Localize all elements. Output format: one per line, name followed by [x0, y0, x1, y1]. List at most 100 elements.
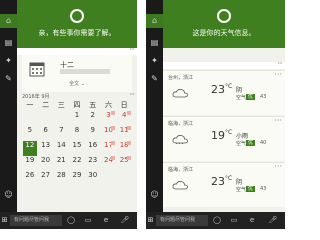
- calendar-day-cell[interactable]: 4: [117, 111, 132, 126]
- microphone-icon[interactable]: 🎤︎: [120, 215, 130, 226]
- day-number: 14: [56, 141, 66, 149]
- calendar-day-cell[interactable]: 28: [54, 171, 68, 186]
- more-options-icon[interactable]: ···: [277, 59, 283, 68]
- edge-icon[interactable]: e: [101, 215, 111, 226]
- notebook-icon[interactable]: ▤: [150, 38, 159, 47]
- lightbulb-icon[interactable]: ✦: [150, 56, 159, 65]
- windows-icon[interactable]: ⊞: [146, 215, 155, 226]
- weather-card[interactable]: ··· 临海，浙江 23°C 阴空气优 43: [163, 162, 285, 207]
- cortana-circle-icon[interactable]: ◯: [212, 215, 222, 226]
- feedback-icon[interactable]: ☺: [4, 190, 13, 199]
- calendar-icon: [29, 62, 45, 77]
- calendar-day-cell[interactable]: 18: [117, 141, 132, 156]
- calendar-day-cell[interactable]: 16: [86, 141, 100, 156]
- windows-icon[interactable]: ⊞: [0, 215, 9, 226]
- more-options-icon[interactable]: ···: [129, 45, 135, 54]
- more-options-icon[interactable]: ···: [274, 70, 282, 79]
- calendar-week-row: 26 27 28 29 30: [22, 171, 132, 186]
- calendar-day-cell[interactable]: 21: [54, 156, 68, 171]
- cortana-circle-icon[interactable]: ◯: [66, 215, 76, 226]
- date-card[interactable]: 十二 全文 ⌄: [22, 55, 132, 92]
- calendar-day-cell[interactable]: 6: [39, 126, 53, 141]
- air-quality-badge: 优: [246, 140, 256, 146]
- day-number: 7: [59, 126, 64, 134]
- more-options-icon[interactable]: ···: [274, 162, 282, 171]
- calendar-day-cell[interactable]: 24: [102, 156, 116, 171]
- calendar-day-cell[interactable]: 19: [23, 156, 37, 171]
- taskbar: ⊞ 有问题尽管问我 ◯ ▭ e 🎤︎: [0, 212, 137, 229]
- home-icon[interactable]: ⌂: [146, 14, 163, 28]
- air-quality-value: 43: [260, 94, 267, 100]
- calendar-day-cell[interactable]: 17: [102, 141, 116, 156]
- air-quality-value: 43: [260, 186, 267, 192]
- calendar-day-cell[interactable]: 9: [86, 126, 100, 141]
- task-view-icon[interactable]: ▭: [83, 215, 93, 226]
- edge-icon[interactable]: e: [247, 215, 257, 226]
- cortana-header: 这是你的天气信息。: [163, 0, 285, 48]
- day-number: 16: [88, 141, 98, 149]
- day-number: 3: [106, 111, 111, 119]
- calendar-day-cell: [23, 111, 37, 126]
- search-box[interactable]: 有问题尽管问我: [156, 215, 208, 226]
- day-number: 28: [56, 171, 66, 179]
- notebook-icon[interactable]: ▤: [4, 38, 13, 47]
- calendar-day-cell: [39, 111, 53, 126]
- calendar-day-cell[interactable]: 15: [70, 141, 84, 156]
- search-box[interactable]: 有问题尽管问我: [10, 215, 62, 226]
- taskbar: ⊞ 有问题尽管问我 ◯ ▭ e 🎤︎: [146, 212, 285, 229]
- weekday-label: 三: [57, 101, 65, 109]
- calendar-week-row: 12 13 14 15 16 17 18: [22, 141, 132, 156]
- cortana-content: 亲，有些事你需要了解。 ··· 十二 全文 ⌄ 2016年 9月 ··· 一二三…: [17, 0, 137, 212]
- calendar-day-cell[interactable]: 14: [54, 141, 68, 156]
- calendar-day-cell[interactable]: 12: [23, 141, 37, 156]
- cortana-logo-icon: [217, 9, 231, 23]
- day-number: 29: [72, 171, 82, 179]
- day-number: 21: [56, 156, 66, 164]
- calendar-day-cell[interactable]: 13: [39, 141, 53, 156]
- microphone-icon[interactable]: 🎤︎: [268, 215, 278, 226]
- calendar-day-cell[interactable]: 23: [86, 156, 100, 171]
- calendar-day-cell[interactable]: 11: [117, 126, 132, 141]
- calendar-day-cell[interactable]: 10: [102, 126, 116, 141]
- day-number: 20: [41, 156, 51, 164]
- city-name: 台州，浙江: [168, 75, 194, 81]
- calendar-day-cell[interactable]: 20: [39, 156, 53, 171]
- calendar-day-cell[interactable]: 7: [54, 126, 68, 141]
- cloud-icon: [172, 89, 188, 98]
- temperature-value: 23: [211, 83, 225, 96]
- calendar-day-cell[interactable]: 27: [39, 171, 53, 186]
- weekday-label: 二: [42, 101, 50, 109]
- reminder-icon[interactable]: ✎: [4, 74, 13, 83]
- home-icon[interactable]: ⌂: [0, 14, 17, 28]
- temperature: 23°C: [211, 83, 232, 96]
- calendar-day-cell[interactable]: 22: [70, 156, 84, 171]
- calendar-day-cell: [54, 111, 68, 126]
- holiday-tag: [127, 126, 132, 130]
- weather-card[interactable]: ··· 台州，浙江 23°C 阴空气优 43: [163, 70, 285, 115]
- weather-card[interactable]: ··· 临海，浙江 19°C 小雨 空气优 40: [163, 116, 285, 161]
- more-options-icon[interactable]: ···: [274, 116, 282, 125]
- calendar-day-cell[interactable]: 26: [23, 171, 37, 186]
- calendar-day-cell: [117, 171, 131, 186]
- holiday-tag: [111, 141, 116, 145]
- calendar-day-cell[interactable]: 3: [102, 111, 116, 126]
- day-number: 4: [121, 111, 127, 119]
- reminder-icon[interactable]: ✎: [150, 74, 159, 83]
- more-options-icon[interactable]: ···: [129, 90, 135, 99]
- holiday-tag: [127, 111, 132, 115]
- calendar-day-cell[interactable]: 8: [70, 126, 84, 141]
- calendar-day-cell[interactable]: 2: [86, 111, 100, 126]
- cortana-sidebar: ⌂ ▤ ✦ ✎ ☺: [0, 0, 17, 212]
- feedback-icon[interactable]: ☺: [150, 190, 159, 199]
- expand-link[interactable]: 全文 ⌄: [22, 80, 132, 87]
- calendar-day-cell[interactable]: 5: [23, 126, 37, 141]
- calendar-day-cell[interactable]: 25: [117, 156, 132, 171]
- lightbulb-icon[interactable]: ✦: [4, 56, 13, 65]
- day-number: 30: [88, 171, 98, 179]
- task-view-icon[interactable]: ▭: [229, 215, 239, 226]
- calendar-day-cell[interactable]: 30: [86, 171, 100, 186]
- greeting-text: 亲，有些事你需要了解。: [38, 29, 116, 37]
- calendar-day-cell[interactable]: 29: [70, 171, 84, 186]
- calendar-day-cell[interactable]: 1: [70, 111, 84, 126]
- calendar-day-cell: [102, 171, 116, 186]
